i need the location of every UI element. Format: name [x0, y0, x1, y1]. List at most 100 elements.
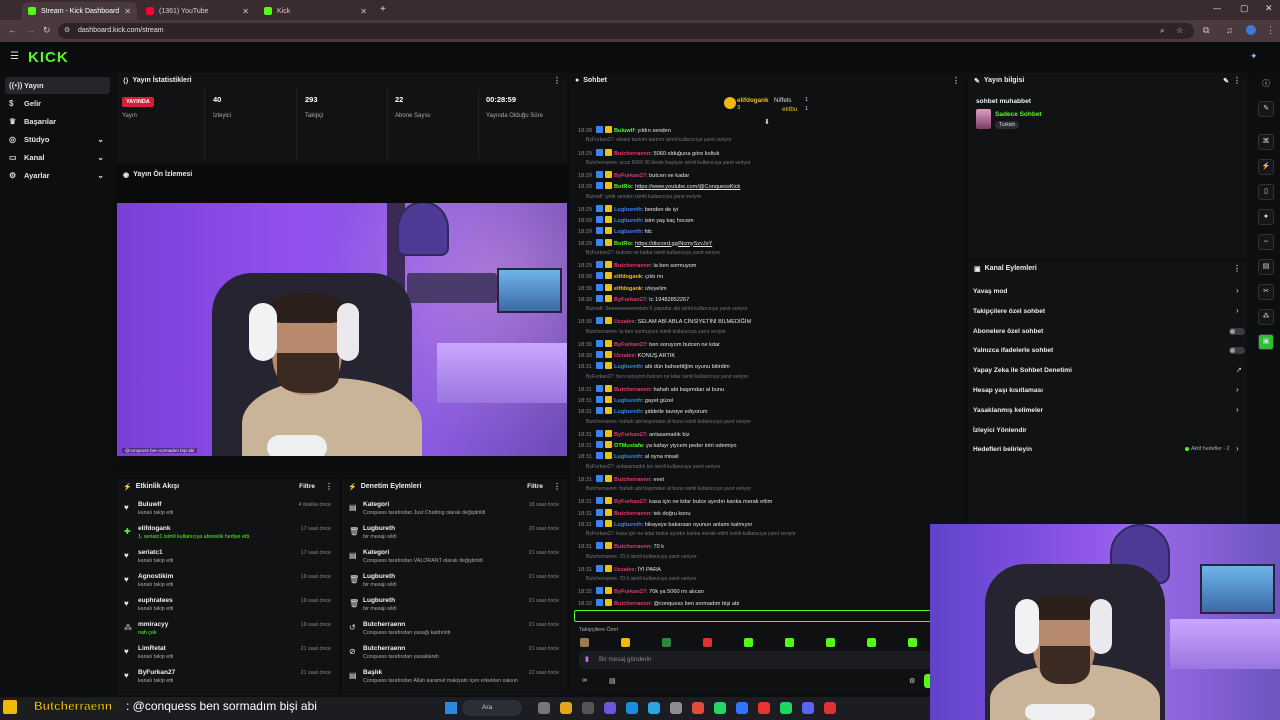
sidebar-item-4[interactable]: ▭ Kanal ⌄: [5, 149, 110, 166]
chat-username[interactable]: BotRix: [614, 184, 632, 190]
chat-message[interactable]: 18:31 Lugbureth: hikayeye bakarsan oyunun…: [578, 519, 933, 528]
obs-icon[interactable]: [824, 702, 836, 714]
sidebar-item-1[interactable]: $ Gelir: [5, 95, 110, 112]
category-name[interactable]: Sadece Sohbet: [995, 111, 1042, 118]
chrome-icon[interactable]: [692, 702, 704, 714]
chat-username[interactable]: Butcherraenn: [614, 477, 650, 483]
kick-logo[interactable]: KICK: [28, 49, 69, 66]
pinned-user-2[interactable]: Niffels: [774, 97, 791, 104]
profile-avatar[interactable]: [1246, 25, 1256, 35]
emote-icon[interactable]: [621, 638, 630, 647]
maximize-icon[interactable]: ▢: [1240, 3, 1249, 14]
chat-message[interactable]: 18:31 Butcherraenn: evet: [578, 474, 933, 483]
chat-message[interactable]: 18:30 ByFurkan27: tc 19482852267: [578, 294, 933, 303]
chat-username[interactable]: Lugbureth: [614, 398, 642, 404]
rail-layout-button[interactable]: ▤: [1258, 259, 1274, 275]
browser-tab-kick[interactable]: Kick ✕: [258, 2, 373, 20]
chat-username[interactable]: Butcherraenn: [614, 511, 650, 517]
chevron-down-icon[interactable]: ⌄: [97, 135, 104, 144]
rail-add-button[interactable]: ▣: [1258, 334, 1274, 350]
emote-icon[interactable]: [744, 638, 753, 647]
activity-row[interactable]: ♥ Buluwlf kanalı takip etti 4 dakika önce: [117, 501, 339, 525]
stream-preview-video[interactable]: @conqeuss ben sormadım bişi abi: [117, 203, 567, 456]
chat-username[interactable]: ByFurkan27: [614, 173, 646, 179]
chat-settings-icon[interactable]: ▤: [609, 677, 616, 685]
chat-message[interactable]: 18:30 Uzzalex: KONUŞ ARTIK: [578, 351, 933, 359]
media-icon[interactable]: ♫: [1226, 25, 1233, 35]
external-link-icon[interactable]: ↗: [1236, 366, 1242, 374]
modlog-row[interactable]: ▤ Kategori Conquess tarafından VALORANT ol…: [342, 549, 567, 573]
chat-input[interactable]: Bir mesaj gönderin: [579, 651, 959, 669]
app-icon[interactable]: [670, 702, 682, 714]
rail-edit-button[interactable]: ✎: [1258, 101, 1274, 117]
taskbar-search[interactable]: Ara: [462, 700, 522, 716]
emote-picker-icon[interactable]: ∞: [582, 677, 587, 684]
chat-message[interactable]: 18:31 ByFurkan27: anlasamadık biz: [578, 429, 933, 438]
discord-icon[interactable]: [802, 702, 814, 714]
chat-username[interactable]: Uzzalex: [614, 353, 635, 359]
channel-action-label[interactable]: Yapay Zeka ile Sohbet Denetimi: [973, 367, 1072, 374]
chat-username[interactable]: Uzzalex: [614, 319, 635, 325]
address-bar[interactable]: ⚙ dashboard.kick.com/stream ⌕ ☆: [58, 23, 1194, 39]
chat-username[interactable]: Butcherraenn: [614, 601, 650, 607]
bookmark-star-icon[interactable]: ☆: [1176, 23, 1183, 39]
site-info-icon[interactable]: ⚙: [64, 23, 70, 39]
kebab-menu-icon[interactable]: ⋮: [553, 76, 561, 85]
chat-message[interactable]: 18:29 Lugbureth: benden de iyi: [578, 204, 933, 213]
close-tab-icon[interactable]: ✕: [124, 7, 131, 16]
chevron-right-icon[interactable]: ›: [1236, 286, 1239, 295]
emote-icon[interactable]: [662, 638, 671, 647]
channel-action-label[interactable]: Yasaklanmış kelimeler: [973, 407, 1043, 414]
chat-username[interactable]: Uzzalex: [614, 567, 635, 573]
chat-username[interactable]: ByFurkan27: [614, 342, 646, 348]
activity-row[interactable]: ✚ elifdogank 1, seriatc1 isimli kullanıcıy…: [117, 525, 339, 549]
chat-username[interactable]: ByFurkan27: [614, 297, 646, 303]
chat-message[interactable]: 18:30 elifdogank: izleyelim: [578, 283, 933, 292]
app-icon[interactable]: [736, 702, 748, 714]
chat-username[interactable]: ByFurkan27: [614, 589, 646, 595]
channel-action-label[interactable]: Hedefleri belirleyin: [973, 446, 1032, 453]
activity-user[interactable]: euphratees: [138, 597, 173, 604]
emote-icon[interactable]: [908, 638, 917, 647]
chat-username[interactable]: Buluwlf: [614, 128, 634, 134]
chat-username[interactable]: Lugbureth: [614, 454, 642, 460]
chat-message[interactable]: 18:29 BotRix: https://discord.gg/NcmySzvJ…: [578, 238, 933, 247]
minimize-icon[interactable]: —: [1213, 4, 1221, 13]
pinned-user-1[interactable]: elifdogank: [737, 97, 769, 104]
chat-username[interactable]: Butcherraenn: [614, 151, 650, 157]
chat-message[interactable]: 18:30 Uzzalex: SELAM ABİ ABLA CİNSİYETİNİ…: [578, 317, 933, 325]
activity-user[interactable]: elifdogank: [138, 525, 171, 532]
rail-page-button[interactable]: ▯: [1258, 184, 1274, 200]
close-tab-icon[interactable]: ✕: [242, 7, 249, 16]
kebab-menu-icon[interactable]: ⋮: [952, 76, 960, 85]
kebab-menu-icon[interactable]: ⋮: [1233, 264, 1241, 273]
channel-action-label[interactable]: Abonelere özel sohbet: [973, 328, 1043, 335]
chat-username[interactable]: Butcherraenn: [614, 387, 650, 393]
chat-username[interactable]: Butcherraenn: [614, 263, 650, 269]
chat-username[interactable]: Lugbureth: [614, 522, 642, 528]
rail-share-button[interactable]: ⁂: [1258, 309, 1274, 325]
chat-message[interactable]: 18:31 Butcherraenn: tek doğru konu: [578, 508, 933, 517]
close-tab-icon[interactable]: ✕: [360, 7, 367, 16]
reload-icon[interactable]: ↻: [43, 25, 51, 36]
windows-start-icon[interactable]: [445, 702, 457, 714]
modlog-row[interactable]: 🗑 Lugbureth bir mesajı sildi 21 saat önce: [342, 597, 567, 621]
chat-message[interactable]: 18:31 Uzzalex: İYİ PARA: [578, 564, 933, 573]
rail-flash-button[interactable]: ⚡: [1258, 159, 1274, 175]
gear-icon[interactable]: ⚙: [909, 677, 915, 685]
chat-username[interactable]: ByFurkan27: [614, 432, 646, 438]
chevron-down-icon[interactable]: ⌄: [97, 153, 104, 162]
chat-username[interactable]: Lugbureth: [614, 229, 642, 235]
rail-tool-button[interactable]: ✂: [1258, 284, 1274, 300]
chat-message[interactable]: 18:29 BotRix: https://www.youtube.com/@Co…: [578, 182, 933, 190]
chat-message[interactable]: 18:31 Lugbureth: gayet güzel: [578, 396, 933, 404]
toggle-switch[interactable]: [1229, 347, 1245, 355]
kebab-menu-icon[interactable]: ⋮: [553, 482, 561, 491]
chat-message[interactable]: 18:29 ByFurkan27: butcen ne kadar: [578, 171, 933, 179]
browser-tab-youtube[interactable]: (1361) YouTube ✕: [140, 2, 255, 20]
chat-username[interactable]: OTMustafa: [614, 443, 643, 449]
toggle-switch[interactable]: [1229, 327, 1245, 335]
chat-message[interactable]: 18:31 Lugbureth: abi dün bahsettiğim oyun…: [578, 362, 933, 370]
filter-button[interactable]: Filtre: [527, 483, 543, 490]
chat-username[interactable]: elifdogank: [614, 274, 642, 280]
